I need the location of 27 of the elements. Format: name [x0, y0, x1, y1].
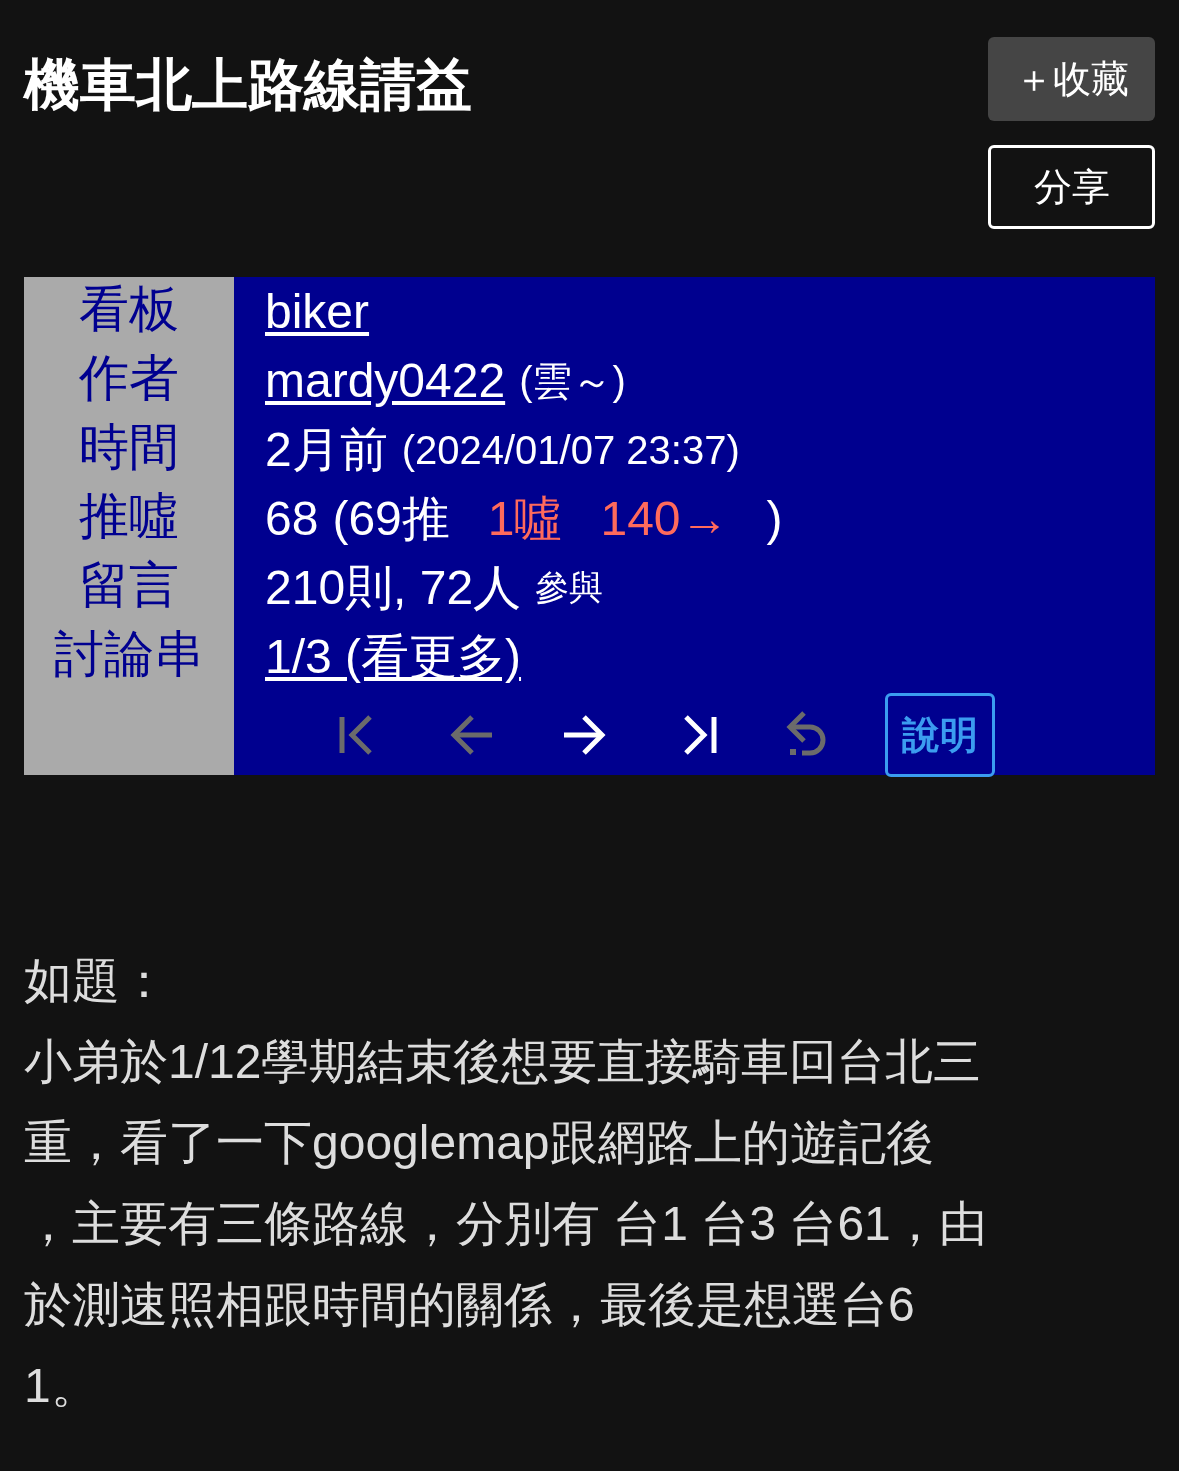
body-text-line: 小弟於1/12學期結束後想要直接騎車回台北三 [24, 1034, 983, 1090]
info-value: 140→ [600, 490, 729, 547]
info-label: 推噓 [79, 487, 179, 546]
info-value: ) [766, 490, 783, 547]
info-label: 作者 [79, 349, 179, 408]
info-label: 討論串 [54, 625, 204, 684]
info-label: 時間 [79, 418, 179, 477]
body-text-line: ，主要有三條路線，分別有 台1 台3 台61，由 [24, 1196, 988, 1252]
info-value: 1噓 [487, 490, 563, 547]
favorite-button[interactable]: ＋收藏 [988, 37, 1155, 121]
info-link[interactable]: 1/3 (看更多) [265, 620, 522, 693]
body-text-line: 於測速照相跟時間的關係，最後是想選台6 [24, 1277, 916, 1333]
info-value: 68 [265, 490, 319, 547]
info-value: 2月前 [265, 421, 388, 478]
info-value: 210則, 72人 [265, 559, 522, 616]
help-button[interactable]: 說明 [885, 693, 995, 777]
info-value: (雲～) [519, 357, 626, 405]
info-value: (69推 [332, 490, 450, 547]
post-title: 機車北上路線請益 [24, 52, 472, 118]
share-button[interactable]: 分享 [988, 145, 1155, 229]
info-label: 看板 [79, 280, 179, 339]
body-text-line: 如題： [24, 953, 169, 1009]
info-value: (2024/01/07 23:37) [401, 426, 740, 474]
info-value: 參與 [535, 567, 604, 608]
info-label: 留言 [79, 556, 179, 615]
body-text-line: 重，看了一下googlemap跟網路上的遊記後 [24, 1115, 935, 1171]
body-text-line: 1。 [24, 1358, 100, 1414]
